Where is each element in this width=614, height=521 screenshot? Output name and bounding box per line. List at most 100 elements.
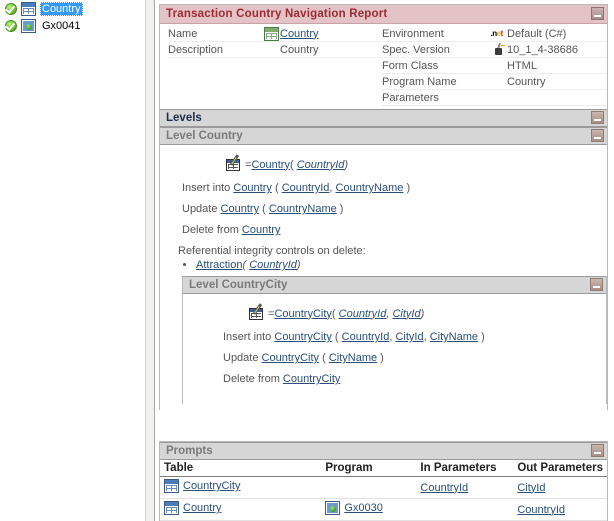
referential-integrity-list: Attraction( CountryId)	[160, 258, 607, 276]
dotnet-icon: .net	[490, 28, 504, 38]
equation-table-link[interactable]: Country	[251, 159, 290, 171]
statement-update: Update Country ( CountryName )	[160, 203, 607, 224]
meta-value: HTML	[507, 59, 537, 72]
meta-label: Form Class	[382, 59, 439, 72]
column-header-program: Program	[321, 460, 417, 477]
meta-row-program-name: Program Name Country	[382, 74, 607, 90]
statement-table-link[interactable]: Country	[233, 182, 272, 194]
statement-field-link[interactable]: CityId	[395, 331, 423, 343]
table-row: CountryCity CountryId CityId	[160, 476, 607, 499]
tree-item-label[interactable]: Country	[40, 1, 83, 16]
meta-label: Program Name	[382, 75, 457, 88]
cell-program	[321, 476, 417, 499]
prompt-out-param-link[interactable]: CountryId	[517, 504, 565, 516]
collapse-levels-button[interactable]	[591, 111, 604, 124]
meta-column-right: Environment .net Default (C#) Spec. Vers…	[382, 26, 607, 106]
statement-open: (	[274, 182, 282, 194]
equation-key-link[interactable]: CountryId	[297, 159, 345, 171]
ri-close: )	[296, 259, 301, 271]
equation-key-link[interactable]: CountryId	[339, 308, 387, 320]
collapse-level-country-button[interactable]	[591, 129, 604, 142]
statement-verb: Update	[182, 203, 218, 215]
statement-verb: Update	[223, 352, 259, 364]
equation-table-link[interactable]: CountryCity	[274, 308, 331, 320]
section-header-prompts: Prompts	[160, 442, 607, 460]
page-title: Transaction Country Navigation Report	[166, 8, 388, 20]
report-frame: Transaction Country Navigation Report Na…	[159, 4, 608, 410]
equation-key-link[interactable]: CityId	[392, 308, 420, 320]
collapse-level-countrycity-button[interactable]	[590, 278, 603, 291]
statement-table-link[interactable]: CountryCity	[274, 331, 331, 343]
statement-table-link[interactable]: CountryCity	[283, 373, 340, 385]
meta-value: Country	[507, 75, 546, 88]
meta-label: Parameters	[382, 91, 439, 104]
tree-item-label[interactable]: Gx0041	[40, 19, 83, 33]
statement-field-link[interactable]: CountryId	[342, 331, 390, 343]
equation-open: (	[289, 158, 297, 171]
transaction-icon	[164, 479, 179, 493]
statement-update: Update CountryCity ( CityName )	[183, 352, 606, 373]
ri-table-link[interactable]: Attraction	[196, 259, 242, 271]
section-header-level-countrycity: Level CountryCity	[183, 276, 606, 294]
statement-field-link[interactable]: CountryId	[282, 182, 330, 194]
statement-delete: Delete from Country	[160, 224, 607, 245]
column-header-table: Table	[160, 460, 322, 477]
gx-navigation-report-window: Country Gx0041 Transaction Country Navig…	[0, 0, 614, 521]
prompt-program-link[interactable]: Gx0030	[344, 502, 383, 514]
statement-open: (	[322, 352, 329, 364]
section-header-level-country: Level Country	[160, 127, 607, 145]
transaction-icon	[263, 26, 280, 41]
statement-table-link[interactable]: Country	[221, 203, 260, 215]
statement-table-link[interactable]: CountryCity	[262, 352, 319, 364]
meta-label: Environment	[382, 27, 444, 40]
prompt-table-link[interactable]: Country	[183, 502, 222, 514]
list-item: Attraction( CountryId)	[196, 258, 607, 272]
statement-insert: Insert into Country ( CountryId, Country…	[182, 182, 411, 194]
panel-splitter[interactable]	[145, 0, 155, 521]
prompt-in-param-link[interactable]: CountryId	[420, 482, 468, 494]
check-circle-icon	[4, 2, 18, 16]
prompt-table-link[interactable]: CountryCity	[183, 480, 240, 492]
statement-field-link[interactable]: CountryName	[336, 182, 404, 194]
report-title-bar: Transaction Country Navigation Report	[160, 5, 607, 24]
webpanel-icon	[21, 18, 36, 33]
statement-close: )	[377, 352, 384, 364]
statement-verb: Insert into	[223, 331, 272, 343]
object-tree-panel[interactable]: Country Gx0041	[0, 0, 145, 521]
statement-verb: Delete from	[223, 373, 280, 385]
ri-key-link[interactable]: CountryId	[249, 259, 297, 271]
meta-value: Country	[280, 43, 319, 56]
report-header-meta: Name Country Description Country Environ…	[160, 24, 607, 109]
tree-item-gx0041[interactable]: Gx0041	[0, 17, 145, 34]
statement-field-link[interactable]: CityName	[430, 331, 478, 343]
section-title: Prompts	[166, 445, 213, 457]
transaction-icon	[21, 1, 36, 16]
equation-close: )	[420, 307, 425, 320]
statement-field-link[interactable]: CountryName	[269, 203, 337, 215]
statement-field-link[interactable]: CityName	[329, 352, 377, 364]
statement-close: )	[478, 331, 485, 343]
check-circle-icon	[4, 19, 18, 33]
collapse-report-button[interactable]	[591, 7, 604, 20]
name-value-link[interactable]: Country	[280, 28, 319, 40]
meta-label: Description	[168, 43, 224, 56]
statement-verb: Delete from	[182, 224, 239, 236]
statement-table-link[interactable]: Country	[242, 224, 281, 236]
tree-item-country[interactable]: Country	[0, 0, 145, 17]
statement-close: )	[403, 182, 411, 194]
cell-in-parameters: CountryId	[416, 476, 514, 499]
meta-column-left: Name Country Description Country	[160, 26, 382, 106]
table-edit-icon	[249, 303, 266, 321]
prompt-out-param-link[interactable]: CityId	[517, 482, 545, 494]
equation-open: (	[331, 307, 339, 320]
statement-delete: Delete from CountryCity	[183, 373, 606, 394]
section-title: Level Country	[166, 130, 243, 142]
prompts-block: Prompts Table Program In Parameters Out …	[155, 441, 614, 521]
column-header-out-parameters: Out Parameters	[513, 460, 607, 477]
section-title: Level CountryCity	[189, 279, 288, 291]
meta-row-name: Name Country	[168, 26, 382, 42]
meta-row-form-class: Form Class HTML	[382, 58, 607, 74]
collapse-prompts-button[interactable]	[591, 444, 604, 457]
statement-close: )	[336, 203, 344, 215]
meta-label: Spec. Version	[382, 43, 450, 56]
